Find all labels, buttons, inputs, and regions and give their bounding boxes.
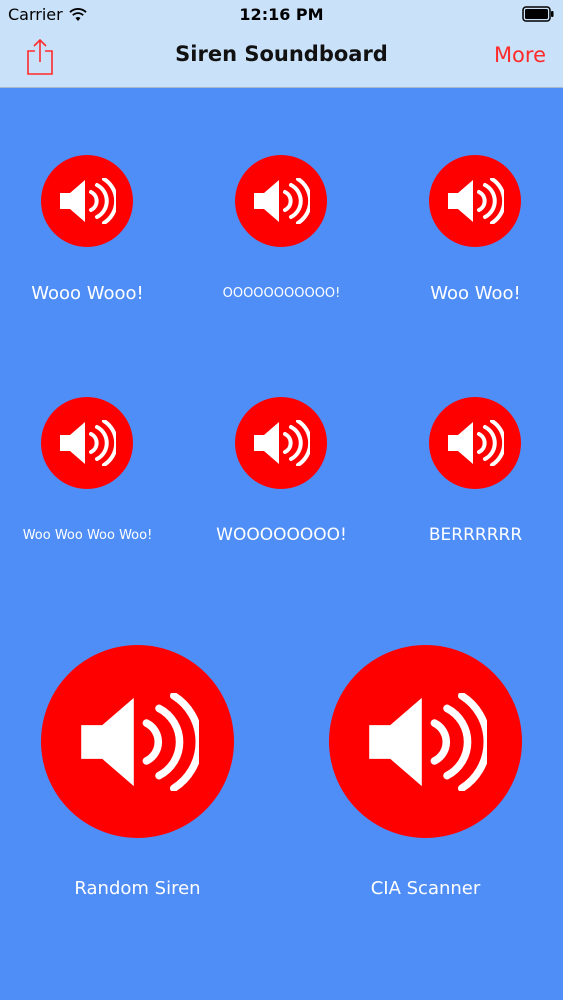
sound-label: WOOOOOOOO! bbox=[216, 525, 347, 545]
sound-label: Woo Woo! bbox=[430, 283, 521, 304]
sound-button-2[interactable]: OOOOOOOOOOO! bbox=[194, 150, 369, 310]
speaker-icon bbox=[60, 420, 116, 466]
sound-button-3[interactable]: Woo Woo! bbox=[388, 150, 563, 310]
random-siren-button[interactable]: Random Siren bbox=[30, 640, 245, 910]
sound-button-6[interactable]: BERRRRRR bbox=[388, 392, 563, 552]
sound-label: Wooo Wooo! bbox=[31, 283, 144, 304]
sound-label: Woo Woo Woo Woo! bbox=[22, 528, 153, 543]
sound-circle[interactable] bbox=[41, 155, 133, 247]
sound-label: BERRRRRR bbox=[428, 525, 523, 545]
sound-button-4[interactable]: Woo Woo Woo Woo! bbox=[0, 392, 175, 552]
sound-label: CIA Scanner bbox=[370, 878, 481, 899]
sound-circle[interactable] bbox=[41, 397, 133, 489]
sound-circle[interactable] bbox=[329, 645, 522, 838]
speaker-icon bbox=[80, 692, 199, 791]
status-bar: Carrier 12:16 PM bbox=[0, 0, 563, 30]
speaker-icon bbox=[254, 178, 310, 224]
sound-circle[interactable] bbox=[429, 397, 521, 489]
sound-circle[interactable] bbox=[41, 645, 234, 838]
speaker-icon bbox=[448, 178, 504, 224]
sound-label: Random Siren bbox=[74, 878, 201, 899]
speaker-icon bbox=[60, 178, 116, 224]
speaker-icon bbox=[368, 692, 487, 791]
cia-scanner-button[interactable]: CIA Scanner bbox=[318, 640, 533, 910]
status-time: 12:16 PM bbox=[239, 5, 324, 24]
speaker-icon bbox=[254, 420, 310, 466]
sound-circle[interactable] bbox=[429, 155, 521, 247]
sound-circle[interactable] bbox=[235, 397, 327, 489]
sound-circle[interactable] bbox=[235, 155, 327, 247]
more-button[interactable]: More bbox=[494, 43, 546, 67]
page-title: Siren Soundboard bbox=[175, 42, 388, 66]
sound-button-1[interactable]: Wooo Wooo! bbox=[0, 150, 175, 310]
sound-button-5[interactable]: WOOOOOOOO! bbox=[194, 392, 369, 552]
battery-icon bbox=[522, 6, 554, 22]
speaker-icon bbox=[448, 420, 504, 466]
sound-label: OOOOOOOOOOO! bbox=[222, 286, 341, 301]
nav-bar: Siren Soundboard More bbox=[0, 30, 563, 88]
